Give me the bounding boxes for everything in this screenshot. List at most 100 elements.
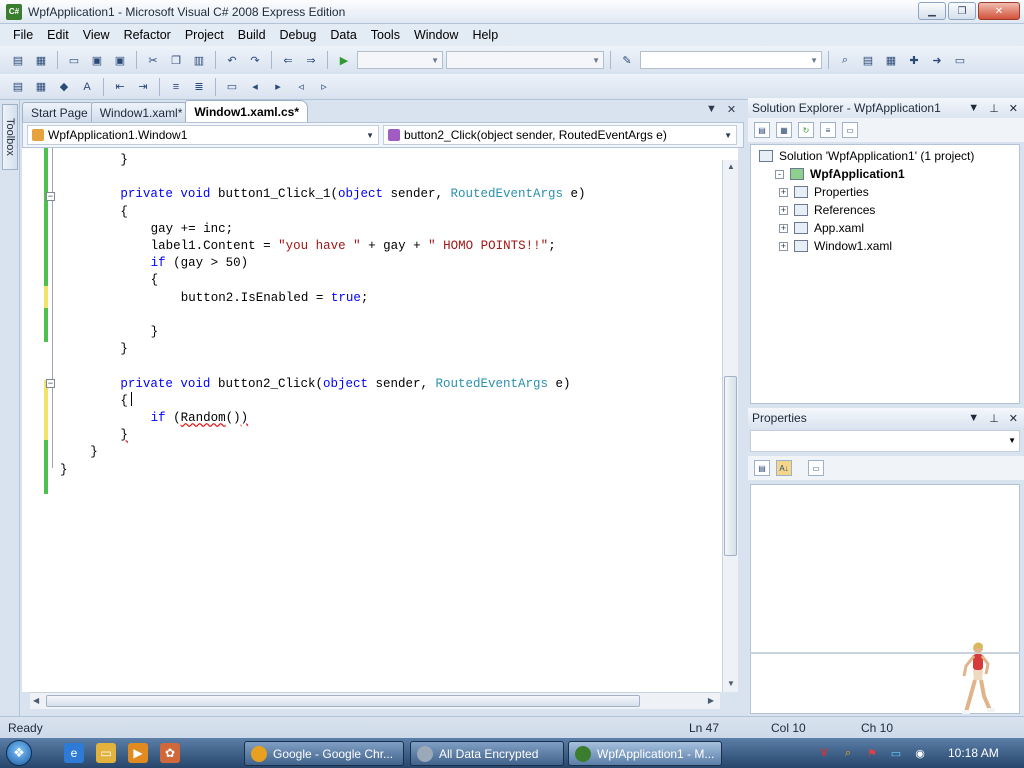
- close-document-icon[interactable]: ✕: [727, 103, 736, 116]
- code-line[interactable]: if (Random()): [151, 410, 249, 427]
- horizontal-scrollbar[interactable]: ◀ ▶: [30, 692, 720, 709]
- expand-icon[interactable]: +: [779, 223, 788, 233]
- undo-icon[interactable]: ↶: [222, 51, 242, 69]
- save-icon[interactable]: ▣: [87, 51, 107, 69]
- code-line[interactable]: }: [120, 152, 128, 169]
- scroll-down-icon[interactable]: ▼: [727, 679, 735, 688]
- start-page-icon[interactable]: ➜: [927, 51, 947, 69]
- menu-refactor[interactable]: Refactor: [117, 28, 178, 42]
- uncomment-icon[interactable]: ≣: [189, 78, 209, 96]
- window-position-icon[interactable]: ▼: [968, 102, 979, 115]
- tree-item[interactable]: + References: [779, 201, 875, 219]
- code-line[interactable]: {: [151, 272, 159, 289]
- menu-window[interactable]: Window: [407, 28, 465, 42]
- decrease-indent-icon[interactable]: ⇤: [110, 78, 130, 96]
- categorized-icon[interactable]: ▤: [754, 460, 770, 476]
- toolbox-tab[interactable]: Toolbox: [2, 104, 18, 170]
- quick-info-icon[interactable]: ◆: [54, 78, 74, 96]
- close-icon[interactable]: ✕: [1009, 102, 1018, 115]
- solution-tree[interactable]: Solution 'WpfApplication1' (1 project) - W…: [750, 144, 1020, 404]
- document-tab[interactable]: Window1.xaml.cs*: [185, 100, 308, 122]
- code-line[interactable]: }: [60, 462, 68, 479]
- window-position-icon[interactable]: ▼: [968, 412, 979, 425]
- view-code-icon[interactable]: ≡: [820, 122, 836, 138]
- taskbar-button[interactable]: WpfApplication1 - M...: [568, 741, 722, 766]
- menu-help[interactable]: Help: [465, 28, 505, 42]
- network-icon[interactable]: ▭: [888, 745, 904, 761]
- tree-item[interactable]: + App.xaml: [779, 219, 864, 237]
- code-line[interactable]: private void button2_Click(object sender…: [120, 376, 570, 393]
- expand-icon[interactable]: +: [779, 205, 788, 215]
- toolbox-icon[interactable]: ✚: [904, 51, 924, 69]
- menu-data[interactable]: Data: [323, 28, 363, 42]
- pin-icon[interactable]: ⊥: [989, 412, 999, 425]
- collapse-region-toggle[interactable]: −: [46, 379, 55, 388]
- configuration-combo[interactable]: ▼: [357, 51, 443, 69]
- taskbar-button[interactable]: All Data Encrypted: [410, 741, 564, 766]
- increase-indent-icon[interactable]: ⇥: [133, 78, 153, 96]
- paste-icon[interactable]: ▥: [189, 51, 209, 69]
- navigate-forward-icon[interactable]: ⇒: [301, 51, 321, 69]
- close-button[interactable]: ✕: [978, 2, 1020, 20]
- open-folder-icon[interactable]: ▭: [64, 51, 84, 69]
- navigate-back-icon[interactable]: ⇐: [278, 51, 298, 69]
- refresh-icon[interactable]: ↻: [798, 122, 814, 138]
- collapse-region-toggle[interactable]: −: [46, 192, 55, 201]
- volume-icon[interactable]: ◉: [912, 745, 928, 761]
- object-selector-combo[interactable]: ▼: [750, 430, 1020, 452]
- redo-icon[interactable]: ↷: [245, 51, 265, 69]
- class-combo[interactable]: WpfApplication1.Window1 ▼: [27, 125, 379, 145]
- menu-debug[interactable]: Debug: [273, 28, 324, 42]
- complete-word-icon[interactable]: A: [77, 78, 97, 96]
- add-item-icon[interactable]: ▦: [31, 51, 51, 69]
- find-icon[interactable]: ⌕: [835, 51, 855, 69]
- flag-icon[interactable]: ⚑: [864, 745, 880, 761]
- property-pages-icon[interactable]: ▭: [808, 460, 824, 476]
- member-combo[interactable]: button2_Click(object sender, RoutedEvent…: [383, 125, 737, 145]
- previous-bookmark-icon[interactable]: ◂: [245, 78, 265, 96]
- scroll-right-icon[interactable]: ▶: [708, 696, 714, 705]
- vertical-scrollbar[interactable]: ▲ ▼: [722, 160, 738, 692]
- expand-icon[interactable]: +: [779, 241, 788, 251]
- object-browser-icon[interactable]: ▦: [881, 51, 901, 69]
- menu-build[interactable]: Build: [231, 28, 273, 42]
- code-line[interactable]: if (gay > 50): [151, 255, 249, 272]
- start-button[interactable]: ❖: [0, 738, 38, 768]
- properties-icon[interactable]: ▤: [754, 122, 770, 138]
- code-line[interactable]: {: [120, 204, 128, 221]
- menu-project[interactable]: Project: [178, 28, 231, 42]
- code-editor[interactable]: − − } private void button1_Click_1(object…: [22, 148, 738, 692]
- vertical-scroll-thumb[interactable]: [724, 376, 737, 556]
- tree-item[interactable]: - WpfApplication1: [775, 165, 905, 183]
- code-line[interactable]: }: [120, 341, 128, 358]
- cut-icon[interactable]: ✂: [143, 51, 163, 69]
- properties-window-icon[interactable]: ▤: [858, 51, 878, 69]
- other-windows-icon[interactable]: ▭: [950, 51, 970, 69]
- folder-icon[interactable]: ▭: [96, 743, 116, 763]
- code-line[interactable]: button2.IsEnabled = true;: [181, 290, 369, 307]
- document-tab[interactable]: Start Page: [22, 102, 97, 122]
- taskbar-button[interactable]: Google - Google Chr...: [244, 741, 404, 766]
- alphabetical-icon[interactable]: A↓: [776, 460, 792, 476]
- scroll-left-icon[interactable]: ◀: [33, 696, 39, 705]
- code-line[interactable]: }: [120, 427, 128, 444]
- platform-combo[interactable]: ▼: [446, 51, 604, 69]
- document-tab[interactable]: Window1.xaml*: [90, 102, 192, 122]
- clock[interactable]: 10:18 AM: [948, 746, 999, 760]
- start-debugging-icon[interactable]: ▶: [334, 51, 354, 69]
- copy-icon[interactable]: ❐: [166, 51, 186, 69]
- active-files-dropdown-icon[interactable]: ▼: [706, 103, 717, 116]
- menu-edit[interactable]: Edit: [40, 28, 76, 42]
- maximize-button[interactable]: ❐: [948, 2, 976, 20]
- tree-item[interactable]: + Window1.xaml: [779, 237, 892, 255]
- media-player-icon[interactable]: ▶: [128, 743, 148, 763]
- view-designer-icon[interactable]: ▭: [842, 122, 858, 138]
- find-in-files-icon[interactable]: ✎: [617, 51, 637, 69]
- display-object-members-icon[interactable]: ▤: [8, 78, 28, 96]
- new-project-icon[interactable]: ▤: [8, 51, 28, 69]
- menu-tools[interactable]: Tools: [364, 28, 407, 42]
- save-all-icon[interactable]: ▣: [110, 51, 130, 69]
- horizontal-scroll-thumb[interactable]: [46, 695, 640, 707]
- code-line[interactable]: {: [120, 393, 128, 410]
- pin-icon[interactable]: ⊥: [989, 102, 999, 115]
